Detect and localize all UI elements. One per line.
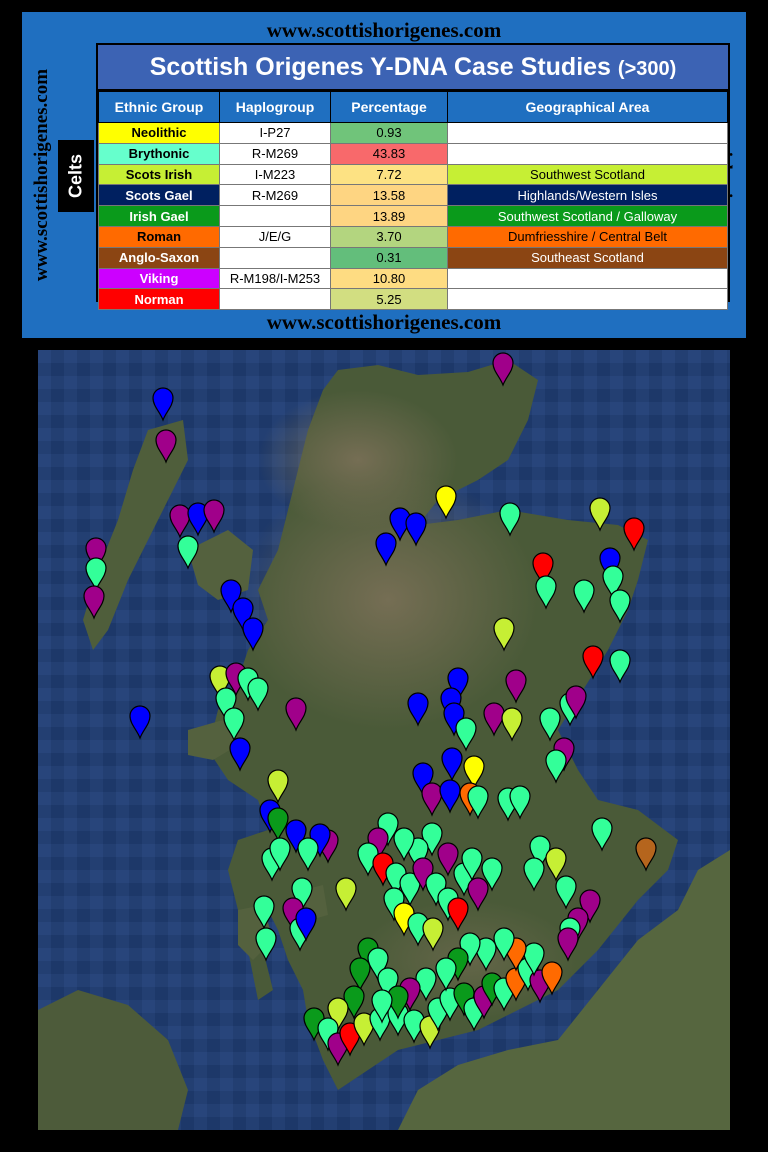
cell-percentage: 13.89: [330, 205, 448, 227]
table-row: Scots Gael R-M269 13.58 Highlands/Western I…: [98, 184, 728, 207]
table-row: Roman J/E/G 3.70 Dumfriesshire / Central Be…: [98, 225, 728, 248]
table-row: Neolithic I-P27 0.93: [98, 122, 728, 144]
cell-geographical-area: [447, 142, 728, 165]
table-title-text: Scottish Origenes Y-DNA Case Studies: [149, 53, 611, 81]
site-url-bottom[interactable]: www.scottishorigenes.com: [22, 310, 746, 335]
cell-percentage: 13.58: [330, 184, 448, 207]
table-row: Brythonic R-M269 43.83: [98, 142, 728, 165]
table-row: Viking R-M198/I-M253 10.80: [98, 267, 728, 290]
table-row: Irish Gael 13.89 Southwest Scotland / Gall…: [98, 205, 728, 227]
cell-geographical-area: Dumfriesshire / Central Belt: [447, 225, 728, 248]
celts-label-text: Celts: [65, 153, 86, 199]
header-haplogroup: Haplogroup: [219, 91, 331, 123]
cell-percentage: 10.80: [330, 267, 448, 290]
northwest-terrain: [258, 390, 458, 530]
cell-haplogroup: [219, 246, 331, 269]
cell-geographical-area: [447, 288, 728, 311]
cell-haplogroup: I-M223: [219, 163, 331, 186]
cell-percentage: 3.70: [330, 225, 448, 248]
cell-geographical-area: Southwest Scotland / Galloway: [447, 205, 728, 227]
site-url-top[interactable]: www.scottishorigenes.com: [22, 18, 746, 43]
haplogroup-table: Ethnic Group Haplogroup Percentage Geogr…: [98, 91, 728, 311]
cell-geographical-area: [447, 267, 728, 290]
cell-haplogroup: R-M269: [219, 184, 331, 207]
cell-percentage: 43.83: [330, 142, 448, 165]
cell-geographical-area: [447, 122, 728, 144]
table-title: Scottish Origenes Y-DNA Case Studies (>3…: [98, 45, 728, 91]
header-geographical-area: Geographical Area: [447, 91, 728, 123]
case-studies-table: Scottish Origenes Y-DNA Case Studies (>3…: [96, 43, 730, 311]
scotland-map[interactable]: [38, 350, 730, 1130]
header-percentage: Percentage: [330, 91, 448, 123]
cell-percentage: 0.93: [330, 122, 448, 144]
cell-haplogroup: R-M198/I-M253: [219, 267, 331, 290]
table-header-row: Ethnic Group Haplogroup Percentage Geogr…: [98, 91, 728, 123]
cell-percentage: 5.25: [330, 288, 448, 311]
cell-haplogroup: J/E/G: [219, 225, 331, 248]
table-row: Scots Irish I-M223 7.72 Southwest Scotland: [98, 163, 728, 186]
cell-geographical-area: Southwest Scotland: [447, 163, 728, 186]
cell-ethnic-group: Roman: [98, 225, 220, 248]
cell-ethnic-group: Scots Gael: [98, 184, 220, 207]
cell-percentage: 7.72: [330, 163, 448, 186]
site-url-left[interactable]: www.scottishorigenes.com: [31, 69, 53, 281]
cell-ethnic-group: Brythonic: [98, 142, 220, 165]
table-title-suffix: (>300): [617, 58, 677, 80]
header-ethnic-group: Ethnic Group: [98, 91, 220, 123]
cell-haplogroup: I-P27: [219, 122, 331, 144]
celts-label: Celts: [58, 140, 94, 212]
cell-percentage: 0.31: [330, 246, 448, 269]
table-row: Anglo-Saxon 0.31 Southeast Scotland: [98, 246, 728, 269]
cell-haplogroup: [219, 288, 331, 311]
cell-ethnic-group: Irish Gael: [98, 205, 220, 227]
cell-ethnic-group: Viking: [98, 267, 220, 290]
cell-ethnic-group: Scots Irish: [98, 163, 220, 186]
cell-ethnic-group: Neolithic: [98, 122, 220, 144]
info-panel: www.scottishorigenes.com www.scottishori…: [22, 12, 746, 338]
table-row: Norman 5.25: [98, 288, 728, 311]
cell-geographical-area: Southeast Scotland: [447, 246, 728, 269]
cell-haplogroup: R-M269: [219, 142, 331, 165]
cell-haplogroup: [219, 205, 331, 227]
table-body: Neolithic I-P27 0.93 Brythonic R-M269 43.83 Sc…: [98, 122, 728, 311]
cell-ethnic-group: Anglo-Saxon: [98, 246, 220, 269]
cell-ethnic-group: Norman: [98, 288, 220, 311]
cell-geographical-area: Highlands/Western Isles: [447, 184, 728, 207]
